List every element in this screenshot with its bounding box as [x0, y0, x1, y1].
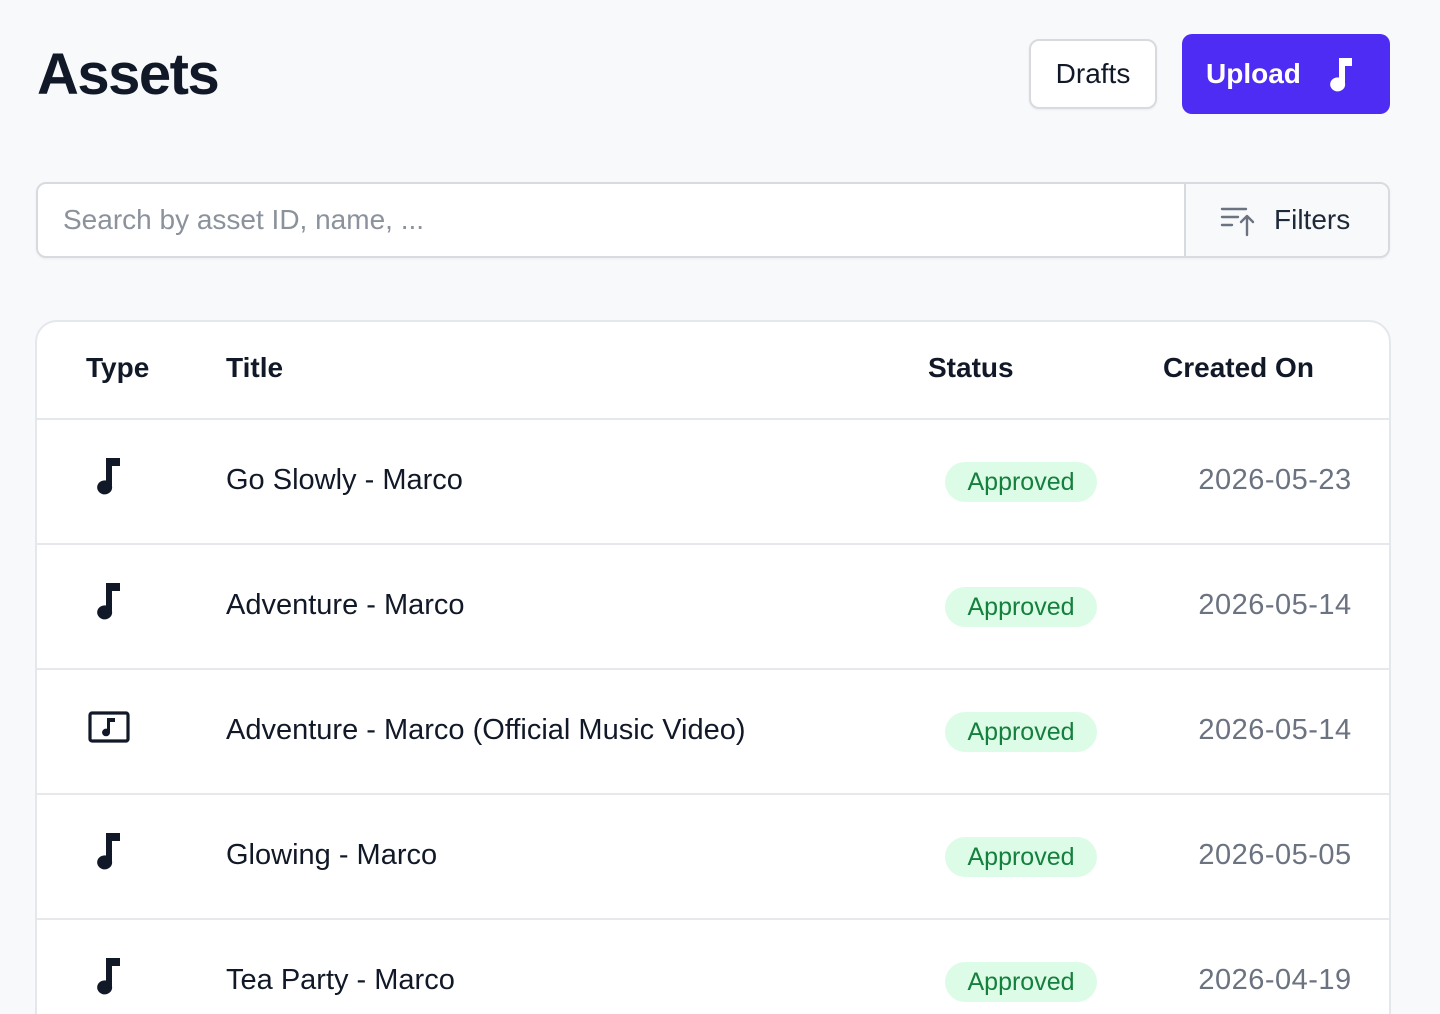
search-bar: Filters — [36, 182, 1390, 258]
filters-label: Filters — [1274, 204, 1351, 235]
asset-title[interactable]: Tea Party - Marco — [226, 964, 455, 997]
asset-title[interactable]: Glowing - Marco — [226, 839, 437, 872]
table-row[interactable]: Go Slowly - Marco Approved 2026-05-23 — [37, 420, 1389, 545]
upload-button-label: Upload — [1206, 58, 1301, 89]
drafts-button[interactable]: Drafts — [1029, 39, 1157, 109]
music-note-icon — [1330, 58, 1352, 92]
created-on-date: 2026-05-14 — [1198, 589, 1352, 621]
music-video-icon — [88, 711, 130, 743]
table-row[interactable]: Tea Party - Marco Approved 2026-04-19 — [37, 920, 1389, 1014]
status-badge: Approved — [945, 837, 1097, 877]
asset-title[interactable]: Adventure - Marco — [226, 589, 465, 622]
music-note-icon — [97, 583, 120, 620]
table-header: Type Title Status Created On — [37, 322, 1389, 420]
filters-button[interactable]: Filters — [1184, 184, 1388, 256]
music-note-icon — [97, 833, 120, 870]
column-header-status[interactable]: Status — [928, 352, 1014, 384]
asset-title[interactable]: Adventure - Marco (Official Music Video) — [226, 714, 746, 747]
assets-table: Type Title Status Created On Go Slowly -… — [35, 320, 1391, 1014]
assets-page: Assets Drafts Upload Filters Type — [0, 0, 1440, 1014]
column-header-type[interactable]: Type — [86, 352, 149, 384]
status-badge: Approved — [945, 587, 1097, 627]
status-badge: Approved — [945, 962, 1097, 1002]
search-input[interactable] — [38, 184, 1184, 256]
column-header-created-on[interactable]: Created On — [1163, 352, 1314, 384]
music-note-icon — [97, 458, 120, 495]
status-badge: Approved — [945, 462, 1097, 502]
asset-title[interactable]: Go Slowly - Marco — [226, 464, 463, 497]
created-on-date: 2026-05-23 — [1198, 464, 1352, 496]
table-row[interactable]: Adventure - Marco (Official Music Video)… — [37, 670, 1389, 795]
created-on-date: 2026-05-05 — [1198, 839, 1352, 871]
upload-button[interactable]: Upload — [1182, 34, 1390, 114]
page-title: Assets — [37, 42, 220, 107]
column-header-title[interactable]: Title — [226, 352, 283, 384]
table-row[interactable]: Glowing - Marco Approved 2026-05-05 — [37, 795, 1389, 920]
created-on-date: 2026-04-19 — [1198, 964, 1352, 996]
music-note-icon — [97, 958, 120, 995]
table-row[interactable]: Adventure - Marco Approved 2026-05-14 — [37, 545, 1389, 670]
status-badge: Approved — [945, 712, 1097, 752]
sort-filter-icon — [1220, 207, 1255, 237]
created-on-date: 2026-05-14 — [1198, 714, 1352, 746]
